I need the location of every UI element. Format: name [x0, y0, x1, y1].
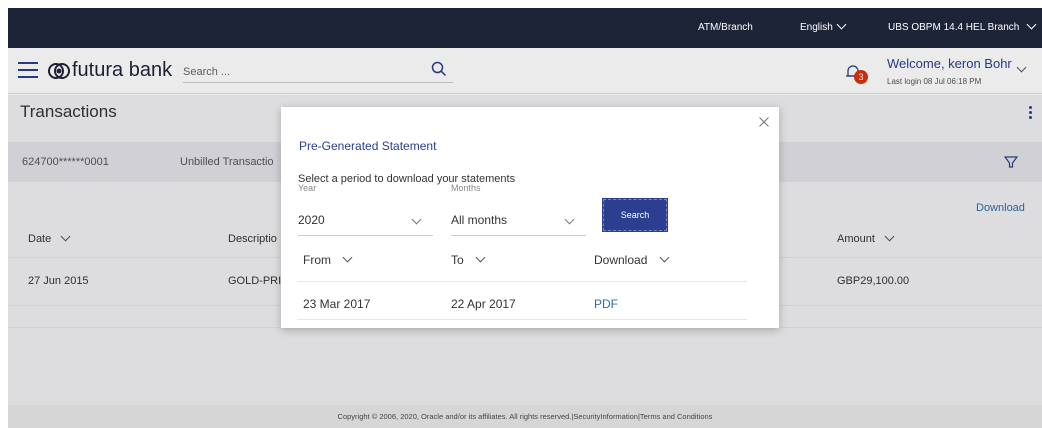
top-bar: ATM/Branch English UBS OBPM 14.4 HEL Bra… — [8, 8, 1042, 48]
column-header-to[interactable]: To — [451, 252, 486, 267]
divider — [297, 319, 747, 320]
statement-from-date: 23 Mar 2017 — [303, 297, 371, 311]
months-select-underline — [451, 235, 586, 236]
chevron-down-icon[interactable] — [1026, 19, 1037, 31]
statement-to-date: 22 Apr 2017 — [451, 297, 516, 311]
modal-subtitle: Select a period to download your stateme… — [298, 173, 516, 185]
chevron-down-icon[interactable] — [411, 212, 422, 226]
months-label: Months — [451, 183, 481, 193]
chevron-down-icon[interactable] — [564, 212, 575, 226]
chevron-down-icon[interactable] — [836, 19, 847, 31]
chevron-down-icon — [342, 252, 353, 263]
column-header-download[interactable]: Download — [594, 252, 670, 267]
column-header-from[interactable]: From — [303, 252, 353, 267]
pdf-download-link[interactable]: PDF — [594, 297, 618, 311]
year-select-underline — [298, 235, 433, 236]
divider — [297, 281, 747, 282]
year-label: Year — [298, 183, 317, 193]
modal-title: Pre-Generated Statement — [299, 139, 437, 153]
pre-generated-statement-modal: Pre-Generated Statement Select a period … — [281, 107, 779, 328]
app-frame: ATM/Branch English UBS OBPM 14.4 HEL Bra… — [8, 8, 1042, 428]
branch-selector[interactable]: UBS OBPM 14.4 HEL Branch — [888, 22, 1019, 33]
months-select[interactable]: All months — [451, 213, 507, 227]
language-selector[interactable]: English — [800, 22, 833, 33]
search-button[interactable]: Search — [602, 198, 668, 232]
chevron-down-icon — [475, 252, 486, 263]
atm-branch-link[interactable]: ATM/Branch — [698, 22, 753, 33]
year-select[interactable]: 2020 — [298, 213, 325, 227]
chevron-down-icon — [659, 252, 670, 263]
close-icon[interactable] — [758, 116, 770, 128]
footer: Copyright © 2006, 2020, Oracle and/or it… — [8, 405, 1042, 428]
